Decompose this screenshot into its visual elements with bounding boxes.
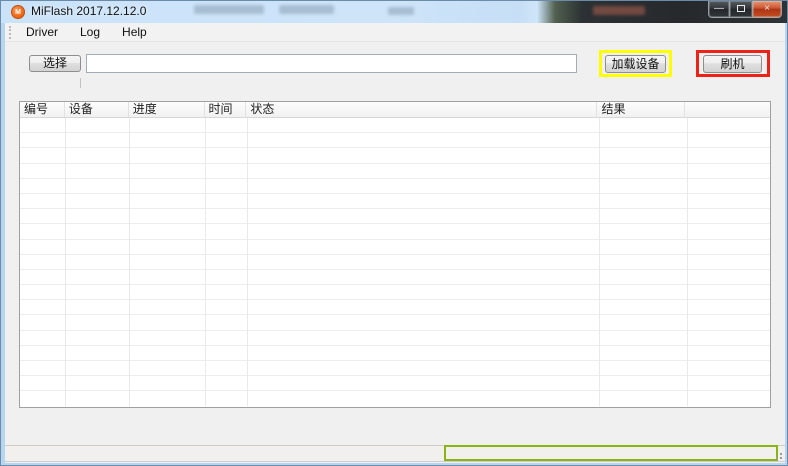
glass-reflection bbox=[194, 5, 264, 14]
table-row[interactable] bbox=[20, 376, 770, 392]
miflash-logo-icon: M bbox=[11, 5, 25, 19]
toolbar-grip bbox=[9, 26, 11, 39]
table-row[interactable] bbox=[20, 224, 770, 240]
table-header-row: 编号 设备 进度 时间 状态 结果 bbox=[20, 102, 770, 118]
window-title: MiFlash 2017.12.12.0 bbox=[31, 4, 147, 18]
column-header-time[interactable]: 时间 bbox=[205, 102, 247, 117]
table-row[interactable] bbox=[20, 331, 770, 346]
table-row[interactable] bbox=[20, 209, 770, 225]
column-divider bbox=[205, 118, 206, 406]
close-button[interactable]: × bbox=[752, 1, 782, 18]
column-divider bbox=[65, 118, 66, 406]
minimize-button[interactable]: — bbox=[708, 1, 730, 18]
glass-reflection bbox=[279, 5, 334, 14]
column-divider bbox=[129, 118, 130, 406]
column-header-extra[interactable] bbox=[685, 102, 770, 117]
table-row[interactable] bbox=[20, 361, 770, 377]
select-firmware-button[interactable]: 选择 bbox=[29, 55, 81, 72]
menu-bar: Driver Log Help bbox=[5, 23, 785, 42]
table-body[interactable] bbox=[20, 118, 770, 407]
table-row[interactable] bbox=[20, 346, 770, 361]
table-row[interactable] bbox=[20, 133, 770, 149]
column-header-progress[interactable]: 进度 bbox=[129, 102, 205, 117]
resize-grip[interactable] bbox=[774, 450, 782, 459]
caret-artifact bbox=[80, 78, 81, 88]
column-divider bbox=[247, 118, 248, 406]
menu-driver[interactable]: Driver bbox=[15, 23, 69, 42]
column-header-device[interactable]: 设备 bbox=[65, 102, 129, 117]
column-divider bbox=[687, 118, 688, 406]
maximize-button[interactable] bbox=[730, 1, 752, 18]
load-devices-button[interactable]: 加载设备 bbox=[605, 55, 666, 73]
column-header-result[interactable]: 结果 bbox=[597, 102, 686, 117]
glass-reflection bbox=[388, 7, 414, 15]
table-row[interactable] bbox=[20, 194, 770, 210]
close-icon: × bbox=[764, 3, 770, 14]
table-row[interactable] bbox=[20, 164, 770, 179]
table-row[interactable] bbox=[20, 255, 770, 270]
window-title-bar[interactable]: M MiFlash 2017.12.12.0 — × bbox=[1, 1, 787, 23]
table-row[interactable] bbox=[20, 118, 770, 134]
table-row[interactable] bbox=[20, 270, 770, 286]
footer-strip: 全部删除 保留用户数据 全部删除并lock ▼ bbox=[5, 445, 785, 462]
table-row[interactable] bbox=[20, 315, 770, 331]
maximize-icon bbox=[737, 5, 745, 12]
menu-log[interactable]: Log bbox=[69, 23, 111, 42]
miflash-window: M MiFlash 2017.12.12.0 — × Driver Log He… bbox=[0, 0, 788, 466]
menu-help[interactable]: Help bbox=[111, 23, 158, 42]
table-row[interactable] bbox=[20, 285, 770, 301]
minimize-icon: — bbox=[714, 3, 724, 14]
firmware-path-input[interactable] bbox=[86, 54, 577, 73]
table-row[interactable] bbox=[20, 300, 770, 316]
column-divider bbox=[599, 118, 600, 406]
device-table: 编号 设备 进度 时间 状态 结果 bbox=[19, 101, 771, 408]
window-controls: — × bbox=[708, 1, 782, 18]
column-header-id[interactable]: 编号 bbox=[20, 102, 65, 117]
table-row[interactable] bbox=[20, 179, 770, 194]
flash-button[interactable]: 刷机 bbox=[703, 55, 762, 73]
table-row[interactable] bbox=[20, 240, 770, 255]
column-header-status[interactable]: 状态 bbox=[246, 102, 598, 117]
client-area: Driver Log Help 选择 加载设备 刷机 编号 设备 进度 时间 状… bbox=[5, 23, 785, 463]
table-row[interactable] bbox=[20, 148, 770, 164]
glass-reflection bbox=[593, 6, 645, 15]
